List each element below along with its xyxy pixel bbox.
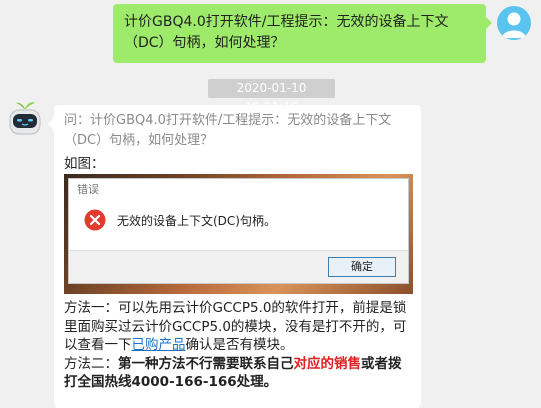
purchased-products-link[interactable]: 已购产品 <box>132 337 186 353</box>
method-two-red: 对应的销售 <box>293 355 362 372</box>
figure-label: 如图： <box>64 156 105 172</box>
error-x-icon <box>84 209 106 231</box>
method-one: 方法一：可以先用云计价GCCP5.0的软件打开，前提是锁里面购买过云计价GCCP… <box>64 299 413 355</box>
user-message-bubble: 计价GBQ4.0打开软件/工程提示：无效的设备上下文（DC）句柄，如何处理？ <box>113 4 492 63</box>
method-two: 方法二：第一种方法不行需要联系自己对应的销售或者拨打全国热线4000-166-1… <box>64 355 413 392</box>
method-two-prefix: 方法二： <box>64 355 118 372</box>
user-avatar-icon[interactable] <box>497 6 531 40</box>
message-timestamp: 2020-01-10 18:21:16 <box>208 79 335 114</box>
method-two-bold: 第一种方法不行需要联系自己 <box>118 355 294 372</box>
method-one-tail: 确认是否有模块。 <box>185 337 294 353</box>
dialog-ok-button: 确定 <box>328 257 396 277</box>
user-message-text: 计价GBQ4.0打开软件/工程提示：无效的设备上下文（DC）句柄，如何处理？ <box>124 14 449 51</box>
question-text: 问：计价GBQ4.0打开软件/工程提示：无效的设备上下文（DC）句柄，如何处理？ <box>64 113 392 148</box>
dialog-title: 错误 <box>77 183 99 196</box>
dialog-message: 无效的设备上下文(DC)句柄。 <box>117 214 276 228</box>
bot-message-bubble: 问：计价GBQ4.0打开软件/工程提示：无效的设备上下文（DC）句柄，如何处理？… <box>48 105 421 408</box>
error-dialog: 错误 无效的设备上下文(DC)句柄。 确定 <box>68 178 409 284</box>
robot-avatar-icon[interactable] <box>7 98 43 138</box>
error-screenshot: 错误 无效的设备上下文(DC)句柄。 确定 <box>64 174 413 294</box>
dialog-footer: 确定 <box>69 250 408 283</box>
